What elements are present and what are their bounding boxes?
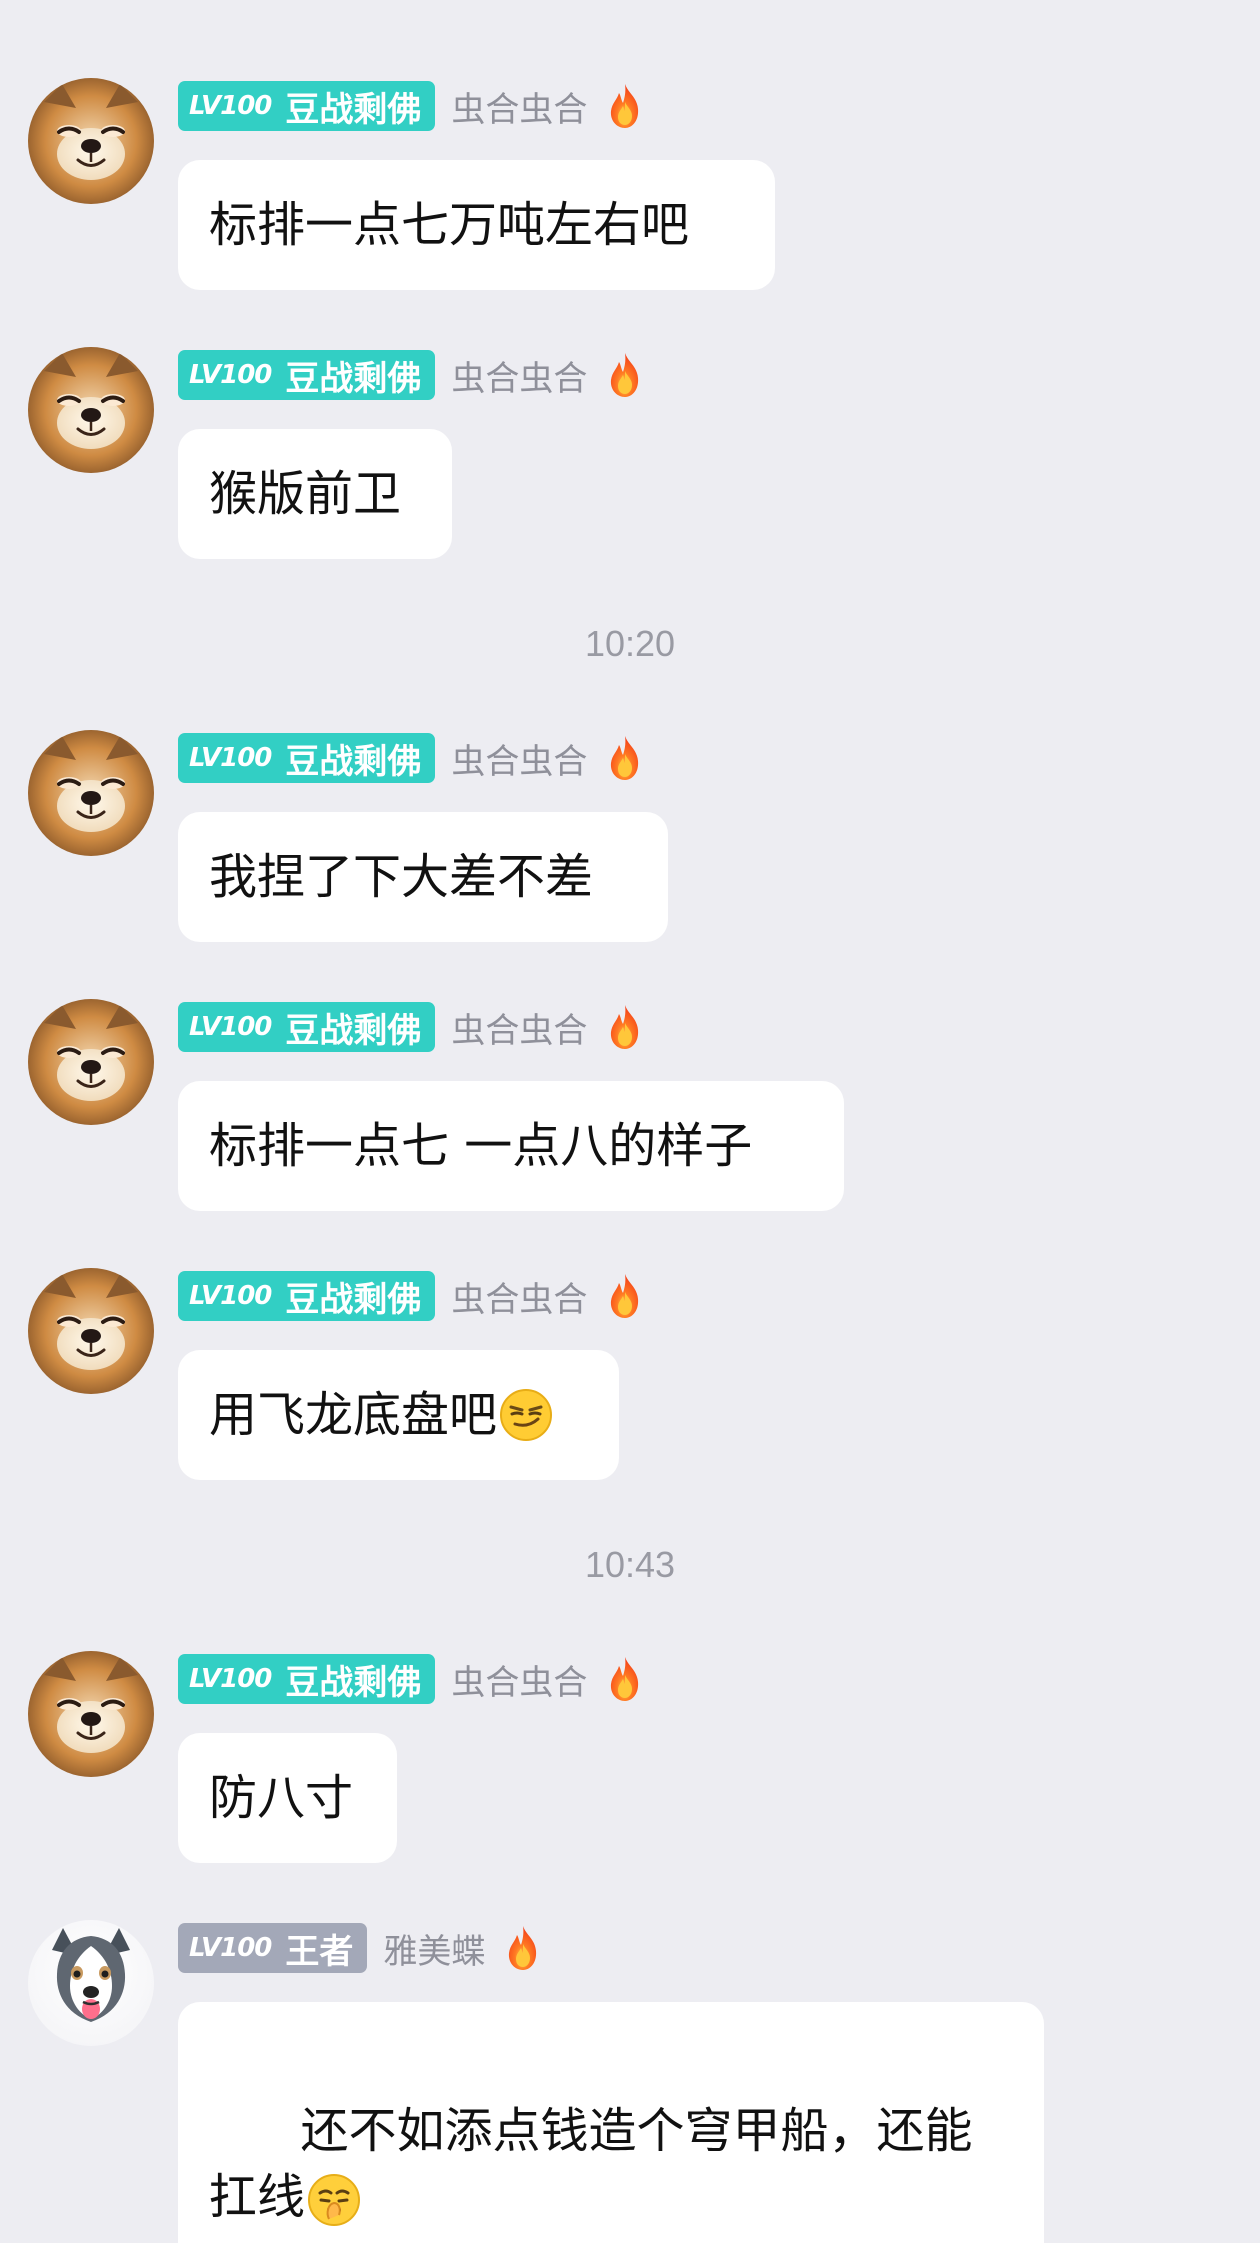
user-avatar[interactable] <box>28 1268 154 1394</box>
user-avatar[interactable] <box>28 999 154 1125</box>
message-bubble[interactable]: 标排一点七 一点八的样子 <box>178 1081 844 1211</box>
sender-name[interactable]: 虫合虫合 <box>451 1272 587 1321</box>
user-avatar[interactable] <box>28 730 154 856</box>
sender-name[interactable]: 虫合虫合 <box>451 1003 587 1052</box>
badge-title-text: 豆战剩佛 <box>285 1662 422 1703</box>
message-header: LV100 豆战剩佛 虫合虫合 <box>178 350 647 400</box>
badge-level-text: LV100 <box>189 91 272 121</box>
fire-icon <box>603 82 647 130</box>
fire-icon <box>603 1655 647 1703</box>
badge-level-text: LV100 <box>189 1664 272 1694</box>
badge-level-text: LV100 <box>189 360 272 390</box>
message-text: 标排一点七 一点八的样子 <box>209 1118 753 1174</box>
sender-name[interactable]: 虫合虫合 <box>451 1655 587 1704</box>
member-level-badge[interactable]: LV100 豆战剩佛 <box>178 1002 436 1052</box>
shiba-avatar-icon <box>28 730 154 856</box>
badge-level-text: LV100 <box>189 743 272 773</box>
sender-name[interactable]: 虫合虫合 <box>451 734 587 783</box>
message-text: 我捏了下大差不差 <box>209 849 594 905</box>
message-header: LV100 豆战剩佛 虫合虫合 <box>178 1271 647 1321</box>
message-bubble[interactable]: 标排一点七万吨左右吧 <box>178 160 775 290</box>
message-text: 防八寸 <box>209 1770 354 1826</box>
sender-name[interactable]: 虫合虫合 <box>451 351 587 400</box>
member-level-badge[interactable]: LV100 豆战剩佛 <box>178 1271 436 1321</box>
message-text: 猴版前卫 <box>209 466 402 522</box>
time-divider: 10:43 <box>584 1544 676 1585</box>
smirk-emoji <box>499 1388 553 1442</box>
fire-icon <box>603 1003 647 1051</box>
badge-title-text: 王者 <box>285 1931 354 1972</box>
fire-icon <box>603 351 647 399</box>
fire-icon <box>603 734 647 782</box>
message-bubble[interactable]: 用飞龙底盘吧 <box>178 1350 619 1480</box>
user-avatar[interactable] <box>28 1651 154 1777</box>
message-text: 标排一点七万吨左右吧 <box>209 197 690 253</box>
badge-level-text: LV100 <box>189 1933 272 1963</box>
badge-title-text: 豆战剩佛 <box>285 358 422 399</box>
member-level-badge[interactable]: LV100 豆战剩佛 <box>178 350 436 400</box>
shiba-avatar-icon <box>28 999 154 1125</box>
message-header: LV100 豆战剩佛 虫合虫合 <box>178 1654 647 1704</box>
message-header: LV100 豆战剩佛 虫合虫合 <box>178 733 647 783</box>
user-avatar[interactable] <box>28 1920 154 2046</box>
message-header: LV100 豆战剩佛 虫合虫合 <box>178 81 647 131</box>
shiba-avatar-icon <box>28 1651 154 1777</box>
shiba-avatar-icon <box>28 1268 154 1394</box>
badge-title-text: 豆战剩佛 <box>285 89 422 130</box>
message-bubble[interactable]: 我捏了下大差不差 <box>178 812 668 942</box>
shushing-face-emoji <box>307 2173 361 2227</box>
message-text: 用飞龙底盘吧 <box>209 1387 498 1443</box>
badge-title-text: 豆战剩佛 <box>285 1279 422 1320</box>
member-level-badge[interactable]: LV100 豆战剩佛 <box>178 1654 436 1704</box>
message-header: LV100 豆战剩佛 虫合虫合 <box>178 1002 647 1052</box>
husky-avatar-icon <box>28 1920 154 2046</box>
message-header: LV100 王者 雅美蝶 <box>178 1923 545 1973</box>
sender-name[interactable]: 虫合虫合 <box>451 82 587 131</box>
member-level-badge[interactable]: LV100 豆战剩佛 <box>178 81 436 131</box>
badge-title-text: 豆战剩佛 <box>285 1010 422 1051</box>
member-level-badge[interactable]: LV100 豆战剩佛 <box>178 733 436 783</box>
user-avatar[interactable] <box>28 78 154 204</box>
fire-icon <box>501 1924 545 1972</box>
chat-message-list[interactable]: 10:20 10:43 LV100 豆战剩佛 虫合虫合 标排一点七万吨左右吧 L… <box>0 0 1260 2243</box>
shiba-avatar-icon <box>28 347 154 473</box>
fire-icon <box>603 1272 647 1320</box>
message-bubble[interactable]: 猴版前卫 <box>178 429 452 559</box>
shiba-avatar-icon <box>28 78 154 204</box>
message-bubble[interactable]: 还不如添点钱造个穹甲船，还能 扛线 <box>178 2002 1044 2243</box>
user-avatar[interactable] <box>28 347 154 473</box>
member-level-badge[interactable]: LV100 王者 <box>178 1923 368 1973</box>
badge-level-text: LV100 <box>189 1281 272 1311</box>
badge-level-text: LV100 <box>189 1012 272 1042</box>
badge-title-text: 豆战剩佛 <box>285 741 422 782</box>
message-bubble[interactable]: 防八寸 <box>178 1733 397 1863</box>
time-divider: 10:20 <box>584 623 676 664</box>
sender-name[interactable]: 雅美蝶 <box>383 1924 485 1973</box>
